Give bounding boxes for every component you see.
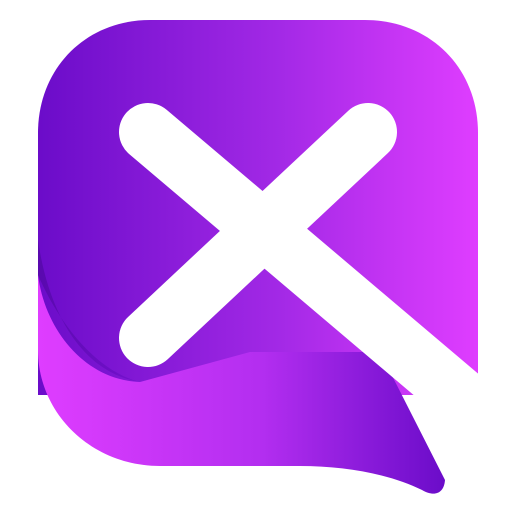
x-chat-bubble-icon — [38, 20, 491, 494]
app-logo — [0, 0, 512, 512]
